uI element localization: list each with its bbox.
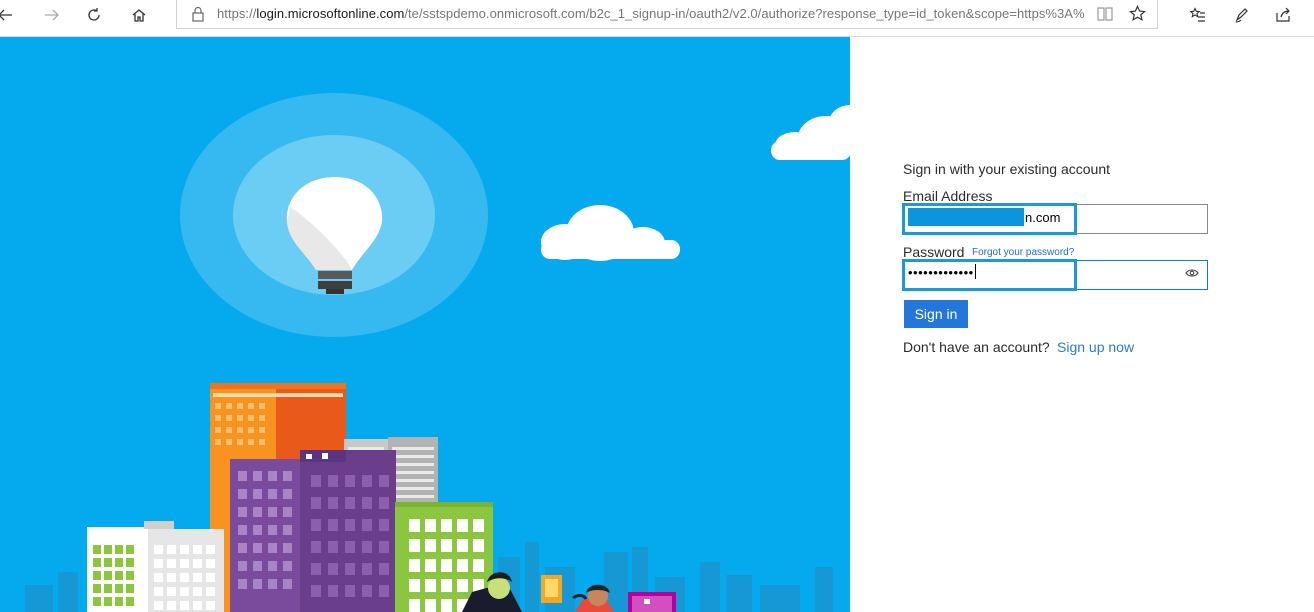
show-password-eye-icon[interactable]: [1185, 268, 1199, 278]
share-icon[interactable]: [1266, 0, 1300, 30]
no-account-text: Don't have an account?: [903, 339, 1050, 355]
favorites-hub-icon[interactable]: [1181, 0, 1215, 30]
signin-pane: Sign in with your existing account Email…: [850, 37, 1314, 612]
text-caret: [974, 264, 976, 279]
lock-icon: [192, 6, 204, 22]
pen-icon[interactable]: [1225, 0, 1259, 30]
signup-link[interactable]: Sign up now: [1057, 339, 1134, 355]
password-label: Password: [903, 244, 965, 260]
browser-toolbar: https://login.microsoftonline.com/te/sst…: [0, 0, 1314, 37]
email-redaction: [908, 208, 1024, 226]
reading-view-icon[interactable]: [1097, 6, 1113, 22]
password-value: •••••••••••••: [908, 264, 976, 280]
signin-button[interactable]: Sign in: [904, 300, 968, 328]
email-label: Email Address: [903, 188, 993, 204]
favorite-star-icon[interactable]: [1129, 5, 1146, 22]
signin-heading: Sign in with your existing account: [903, 161, 1110, 177]
forgot-password-link[interactable]: Forgot your password?: [972, 247, 1074, 258]
email-value: n.com: [1025, 210, 1061, 225]
hero-illustration: [0, 37, 850, 612]
back-icon[interactable]: [0, 0, 22, 30]
url-text[interactable]: https://login.microsoftonline.com/te/sst…: [217, 6, 1093, 21]
password-dots: •••••••••••••: [908, 265, 974, 280]
address-bar[interactable]: https://login.microsoftonline.com/te/sst…: [176, 0, 1158, 29]
forward-icon[interactable]: [35, 0, 69, 30]
city-lightbulb-illustration: [25, 93, 850, 612]
refresh-icon[interactable]: [77, 0, 111, 30]
home-icon[interactable]: [122, 0, 156, 30]
